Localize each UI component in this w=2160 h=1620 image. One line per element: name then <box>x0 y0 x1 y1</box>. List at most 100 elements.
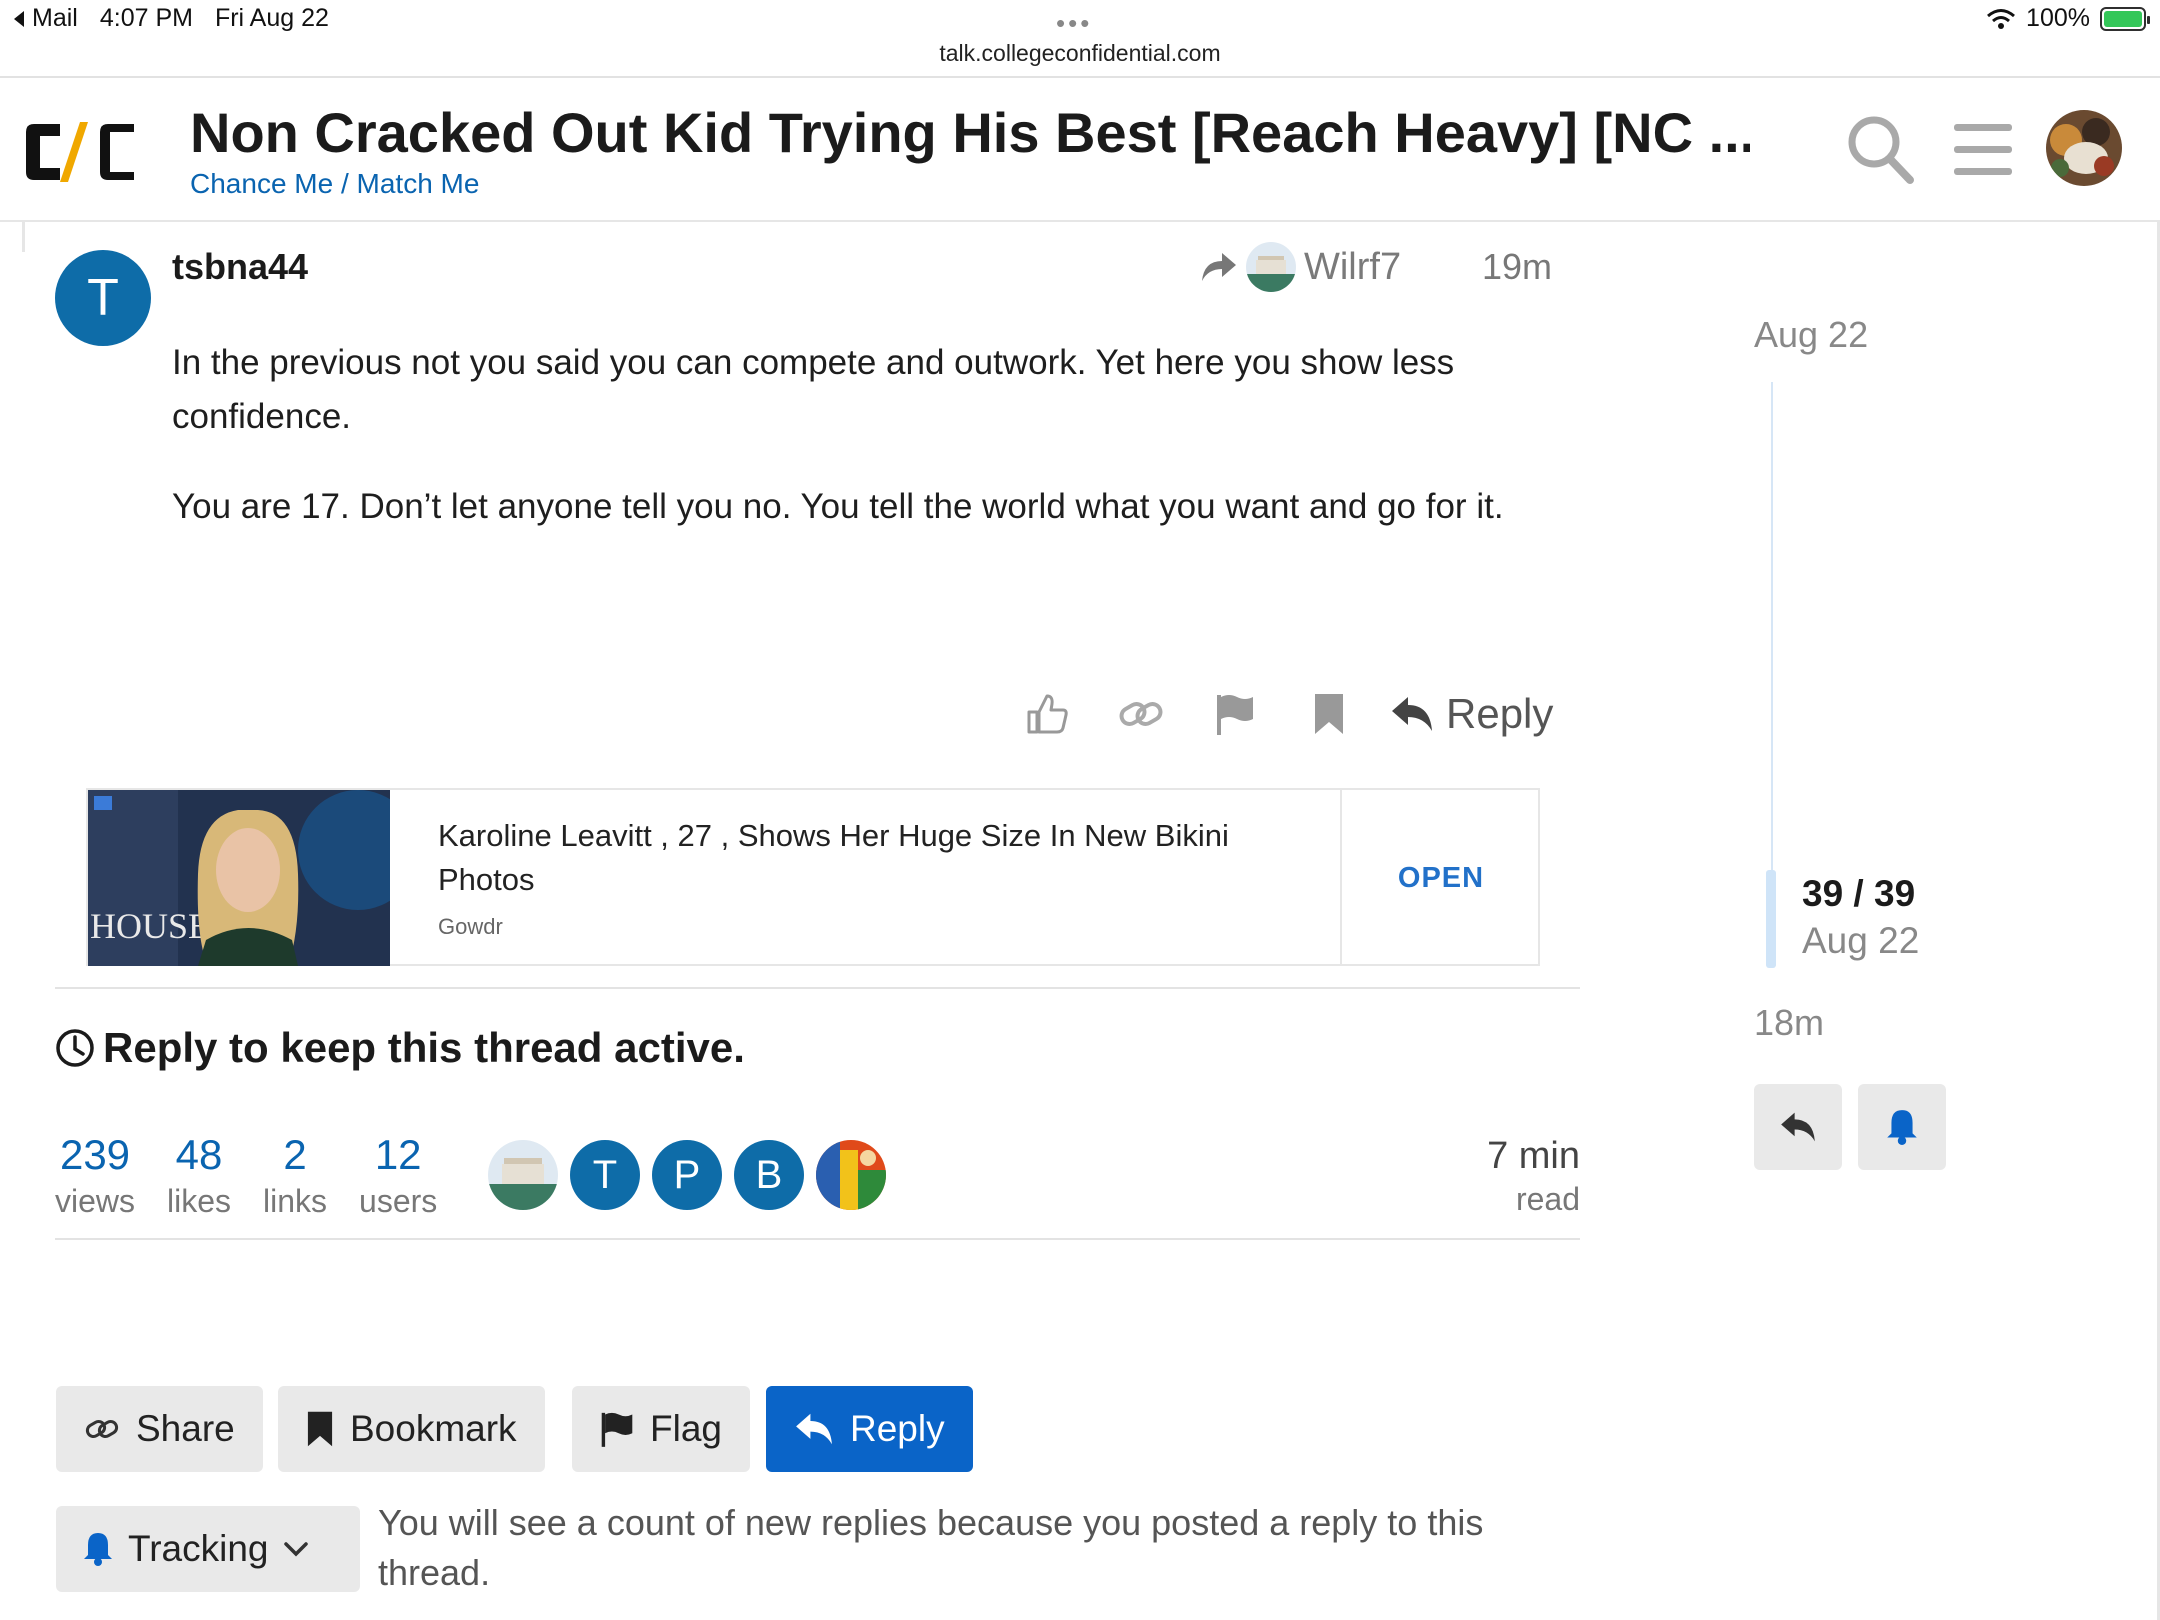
participant-avatars: T P B <box>488 1140 886 1210</box>
hamburger-menu-icon[interactable] <box>1954 122 2012 178</box>
participant-avatar[interactable]: P <box>652 1140 722 1210</box>
post-reply-label: Reply <box>1446 690 1554 737</box>
stat-label: views <box>55 1183 136 1219</box>
timeline-position-date: Aug 22 <box>1802 920 1920 961</box>
post-body: In the previous not you said you can com… <box>172 336 1572 534</box>
read-time: 7 min read <box>1487 1134 1580 1220</box>
stat-label: likes <box>167 1183 232 1219</box>
chevron-down-icon <box>283 1542 308 1557</box>
stat-number: 2 <box>283 1131 307 1178</box>
reply-icon <box>796 1413 832 1445</box>
tracking-description: You will see a count of new replies beca… <box>378 1502 1484 1593</box>
like-button[interactable] <box>1000 686 1094 742</box>
divider <box>55 987 1580 989</box>
stat-views[interactable]: 239 views <box>55 1130 135 1222</box>
flag-button[interactable] <box>1188 686 1282 742</box>
timeline-scroll-handle[interactable] <box>1766 870 1776 968</box>
current-user-avatar[interactable] <box>2046 110 2122 186</box>
stat-links[interactable]: 2 links <box>263 1130 327 1222</box>
search-icon[interactable] <box>1846 114 1916 186</box>
bookmark-topic-button[interactable]: Bookmark <box>278 1386 545 1472</box>
reply-topic-button[interactable]: Reply <box>766 1386 973 1472</box>
post-reply-button[interactable]: Reply <box>1390 690 1553 738</box>
status-date: Fri Aug 22 <box>214 4 329 32</box>
copy-link-button[interactable] <box>1094 686 1188 742</box>
wifi-icon <box>1987 8 2016 29</box>
status-right: 100% <box>1986 4 2150 33</box>
bookmark-label: Bookmark <box>350 1408 517 1449</box>
content-left-border <box>22 222 25 252</box>
clock-icon <box>56 1029 94 1067</box>
multitasking-dots[interactable]: ••• <box>1056 8 1092 39</box>
timeline-reply-button[interactable] <box>1754 1084 1842 1170</box>
ad-headline[interactable]: Karoline Leavitt , 27 , Shows Her Huge S… <box>438 814 1238 902</box>
site-header: Non Cracked Out Kid Trying His Best [Rea… <box>0 80 2160 222</box>
ad-source: Gowdr <box>438 914 503 939</box>
bell-icon <box>84 1533 112 1566</box>
college-confidential-logo[interactable] <box>22 116 140 188</box>
participant-avatar[interactable] <box>488 1140 558 1210</box>
stat-number: 239 <box>59 1131 131 1178</box>
timeline-end-label[interactable]: 18m <box>1754 1002 1824 1044</box>
like-icon <box>1027 694 1068 734</box>
post-author-avatar[interactable]: T <box>55 250 151 346</box>
divider <box>55 1238 1580 1240</box>
reply-to-indicator[interactable]: Wilrf7 <box>1200 242 1401 292</box>
flag-topic-button[interactable]: Flag <box>572 1386 750 1472</box>
reply-icon <box>1781 1112 1815 1142</box>
stat-users[interactable]: 12 users <box>359 1130 437 1222</box>
ad-open-button[interactable]: OPEN <box>1342 790 1540 966</box>
link-icon <box>1119 702 1163 726</box>
topic-stats: 239 views 48 likes 2 links 12 users <box>55 1130 469 1222</box>
topic-title[interactable]: Non Cracked Out Kid Trying His Best [Rea… <box>190 100 1750 165</box>
timeline-position: 39 / 39 <box>1802 873 1916 914</box>
participant-avatar[interactable]: T <box>570 1140 640 1210</box>
url-label[interactable]: talk.collegeconfidential.com <box>0 40 2160 67</box>
ad-image[interactable]: HOUSE <box>88 790 390 966</box>
stat-likes[interactable]: 48 likes <box>167 1130 231 1222</box>
post-timestamp[interactable]: 19m <box>1482 246 1552 288</box>
notification-level-dropdown[interactable]: Tracking <box>56 1506 360 1592</box>
timeline-start-date[interactable]: Aug 22 <box>1754 314 1868 356</box>
flag-icon <box>1217 695 1253 735</box>
read-time-label: read <box>1515 1181 1580 1217</box>
flag-label: Flag <box>650 1408 722 1449</box>
bookmark-icon <box>307 1411 333 1447</box>
link-icon <box>85 1420 119 1438</box>
tracking-label: Tracking <box>128 1528 269 1569</box>
timeline-track[interactable] <box>1771 382 1773 870</box>
category-breadcrumb[interactable]: Chance Me / Match Me <box>190 168 479 200</box>
reply-to-user-avatar <box>1246 242 1296 292</box>
back-to-mail-button[interactable]: Mail <box>12 4 78 33</box>
thread-notice-text: Reply to keep this thread active. <box>103 1024 745 1071</box>
post-author-username[interactable]: tsbna44 <box>172 246 308 288</box>
post-paragraph: You are 17. Don’t let anyone tell you no… <box>172 487 1504 526</box>
back-arrow-icon <box>14 10 24 27</box>
stat-number: 12 <box>374 1131 422 1178</box>
battery-percent: 100% <box>2026 4 2090 32</box>
participant-avatar[interactable]: B <box>734 1140 804 1210</box>
timeline-notification-button[interactable] <box>1858 1084 1946 1170</box>
ios-status-bar: Mail 4:07 PM Fri Aug 22 ••• talk.college… <box>0 0 2160 78</box>
bookmark-button[interactable] <box>1282 686 1376 742</box>
share-button[interactable]: Share <box>56 1386 263 1472</box>
reply-icon <box>1392 697 1432 731</box>
bell-icon <box>1887 1110 1917 1145</box>
participant-avatar[interactable] <box>816 1140 886 1210</box>
thread-notice: Reply to keep this thread active. <box>55 1024 745 1072</box>
stat-number: 48 <box>175 1131 223 1178</box>
status-left: Mail 4:07 PM Fri Aug 22 <box>12 4 329 33</box>
flag-icon <box>601 1412 633 1447</box>
status-time: 4:07 PM <box>99 4 193 32</box>
back-app-label: Mail <box>32 4 78 32</box>
share-label: Share <box>136 1408 235 1449</box>
read-time-value: 7 min <box>1487 1135 1580 1177</box>
share-reply-icon <box>1202 253 1236 281</box>
reply-to-username: Wilrf7 <box>1304 245 1402 288</box>
stat-label: users <box>359 1183 438 1219</box>
sponsored-ad-card[interactable]: HOUSE Karoline Leavitt , 27 , Shows Her … <box>86 788 1540 966</box>
post-actions: Reply <box>1000 686 1553 742</box>
bookmark-icon <box>1315 694 1343 734</box>
svg-text:HOUSE: HOUSE <box>90 906 210 946</box>
battery-icon <box>2100 6 2150 31</box>
